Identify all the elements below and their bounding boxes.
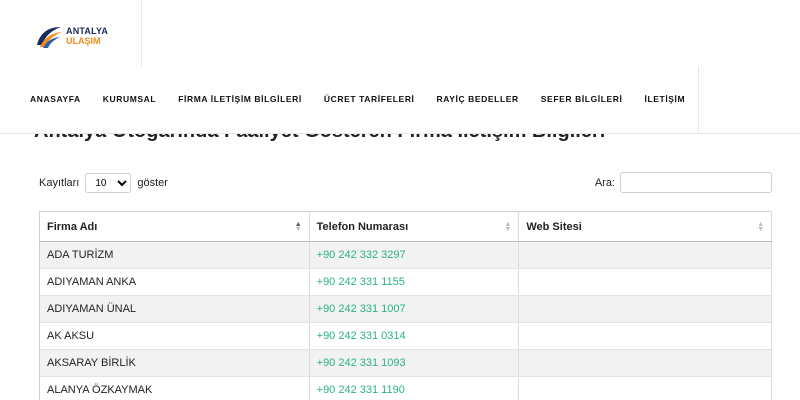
website-cell bbox=[518, 349, 772, 377]
sort-icon: ▲ ▼ bbox=[757, 221, 764, 233]
firm-name-cell: ADIYAMAN ÜNAL bbox=[39, 295, 310, 323]
search-control: Ara: bbox=[595, 172, 772, 193]
length-prefix: Kayıtları bbox=[39, 177, 80, 189]
website-cell bbox=[518, 241, 772, 269]
nav-ucret-tarifeleri[interactable]: ÜCRET TARİFELERİ bbox=[324, 94, 415, 104]
firm-name-cell: ADA TURİZM bbox=[39, 241, 310, 269]
table-row: ADIYAMAN ANKA +90 242 331 1155 bbox=[39, 268, 772, 296]
phone-link[interactable]: +90 242 331 0314 bbox=[309, 322, 520, 350]
phone-link[interactable]: +90 242 331 1007 bbox=[309, 295, 520, 323]
main-nav: ANASAYFA KURUMSAL FİRMA İLETİŞİM BİLGİLE… bbox=[18, 94, 707, 104]
table-row: ALANYA ÖZKAYMAK +90 242 331 1190 bbox=[39, 376, 772, 400]
header-label: Firma Adı bbox=[47, 220, 98, 233]
website-cell bbox=[518, 322, 772, 350]
page-length-select[interactable]: 10 bbox=[85, 173, 132, 193]
table-row: ADIYAMAN ÜNAL +90 242 331 1007 bbox=[39, 295, 772, 323]
nav-iletisim[interactable]: İLETİŞİM bbox=[645, 94, 686, 104]
website-cell bbox=[518, 268, 772, 296]
search-input[interactable] bbox=[620, 172, 772, 193]
header-web-sitesi[interactable]: Web Sitesi ▲ ▼ bbox=[518, 211, 772, 242]
header-firma-adi[interactable]: Firma Adı ▲ ▼ bbox=[39, 211, 310, 242]
nav-firma-iletisim[interactable]: FİRMA İLETİŞİM BİLGİLERİ bbox=[178, 94, 302, 104]
firm-table: Firma Adı ▲ ▼ Telefon Numarası ▲ ▼ Web Sit… bbox=[39, 211, 772, 400]
table-row: AKSARAY BİRLİK +90 242 331 1093 bbox=[39, 349, 772, 377]
firm-name-cell: ALANYA ÖZKAYMAK bbox=[39, 376, 310, 400]
header-divider bbox=[141, 0, 142, 66]
brand-logo[interactable]: ANTALYA ULAŞIM bbox=[34, 22, 124, 50]
brand-name-top: ANTALYA bbox=[66, 26, 109, 36]
table-row: AK AKSU +90 242 331 0314 bbox=[39, 322, 772, 350]
header-label: Telefon Numarası bbox=[316, 220, 409, 233]
firm-name-cell: AKSARAY BİRLİK bbox=[39, 349, 310, 377]
nav-kurumsal[interactable]: KURUMSAL bbox=[103, 94, 156, 104]
length-suffix: göster bbox=[137, 177, 168, 189]
length-control: Kayıtları 10 göster bbox=[39, 173, 168, 193]
phone-link[interactable]: +90 242 331 1155 bbox=[309, 268, 520, 296]
header-label: Web Sitesi bbox=[526, 220, 582, 233]
site-header: ANTALYA ULAŞIM ANASAYFA KURUMSAL FİRMA İ… bbox=[0, 0, 800, 134]
table-row: ADA TURİZM +90 242 332 3297 bbox=[39, 241, 772, 269]
logo-swoosh-icon bbox=[37, 27, 62, 48]
phone-link[interactable]: +90 242 331 1093 bbox=[309, 349, 520, 377]
sort-asc-icon: ▲ ▼ bbox=[294, 221, 302, 233]
website-cell bbox=[518, 295, 772, 323]
website-cell bbox=[518, 376, 772, 400]
header-telefon[interactable]: Telefon Numarası ▲ ▼ bbox=[309, 211, 520, 242]
nav-anasayfa[interactable]: ANASAYFA bbox=[30, 94, 81, 104]
firm-name-cell: ADIYAMAN ANKA bbox=[39, 268, 310, 296]
firm-name-cell: AK AKSU bbox=[39, 322, 310, 350]
phone-link[interactable]: +90 242 331 1190 bbox=[309, 376, 520, 400]
sort-icon: ▲ ▼ bbox=[504, 221, 512, 233]
phone-link[interactable]: +90 242 332 3297 bbox=[309, 241, 520, 269]
nav-sefer-bilgileri[interactable]: SEFER BİLGİLERİ bbox=[541, 94, 623, 104]
brand-name-bottom: ULAŞIM bbox=[66, 36, 101, 46]
search-label: Ara: bbox=[594, 176, 615, 189]
nav-rayic-bedeller[interactable]: RAYİÇ BEDELLER bbox=[437, 94, 519, 104]
